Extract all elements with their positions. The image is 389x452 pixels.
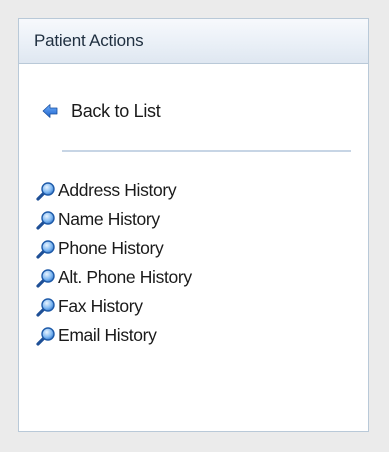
magnifier-icon <box>36 326 56 346</box>
name-history-link[interactable]: Name History <box>36 205 192 234</box>
back-to-list-link[interactable]: Back to List <box>42 99 161 123</box>
alt-phone-history-label: Alt. Phone History <box>58 267 192 287</box>
fax-history-link[interactable]: Fax History <box>36 292 192 321</box>
email-history-label: Email History <box>58 325 157 345</box>
phone-history-label: Phone History <box>58 238 164 258</box>
email-history-link[interactable]: Email History <box>36 321 192 350</box>
alt-phone-history-link[interactable]: Alt. Phone History <box>36 263 192 292</box>
magnifier-icon <box>36 239 56 259</box>
patient-actions-panel: Patient Actions Back to List Address His… <box>18 18 369 432</box>
address-history-link[interactable]: Address History <box>36 176 192 205</box>
back-to-list-label: Back to List <box>71 100 161 121</box>
address-history-label: Address History <box>58 180 177 200</box>
magnifier-icon <box>36 181 56 201</box>
panel-title: Patient Actions <box>34 31 144 50</box>
divider <box>62 150 351 152</box>
magnifier-icon <box>36 268 56 288</box>
panel-header: Patient Actions <box>19 19 368 64</box>
history-list: Address History Name History Phone Histo… <box>36 176 192 350</box>
magnifier-icon <box>36 210 56 230</box>
name-history-label: Name History <box>58 209 160 229</box>
phone-history-link[interactable]: Phone History <box>36 234 192 263</box>
arrow-left-icon <box>42 103 58 119</box>
magnifier-icon <box>36 297 56 317</box>
fax-history-label: Fax History <box>58 296 143 316</box>
